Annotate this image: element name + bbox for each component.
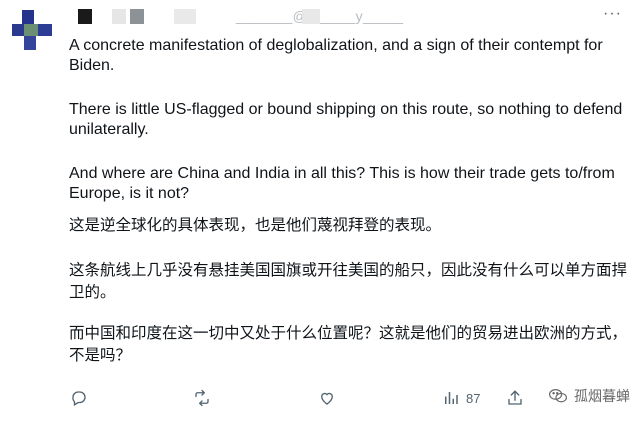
redacted-name-block bbox=[302, 9, 320, 24]
views-count: 87 bbox=[466, 390, 481, 406]
watermark: 孤烟暮蝉 bbox=[548, 386, 630, 406]
reply-button[interactable] bbox=[70, 386, 88, 410]
tweet-text-en-3: And where are China and India in all thi… bbox=[69, 165, 620, 202]
redacted-name-block bbox=[112, 9, 126, 24]
views-button[interactable]: 87 bbox=[442, 386, 480, 410]
redacted-name-block bbox=[78, 9, 92, 24]
more-options-icon[interactable]: ··· bbox=[603, 6, 622, 22]
retweet-button[interactable] bbox=[193, 386, 211, 410]
like-icon bbox=[321, 392, 333, 405]
tweet-text-en-1: A concrete manifestation of deglobalizat… bbox=[69, 37, 608, 74]
like-button[interactable] bbox=[318, 386, 336, 410]
translation-text-3: 而中国和印度在这一切中又处于什么位置呢？这就是他们的贸易进出欧洲的方式，不是吗？ bbox=[69, 324, 628, 364]
redacted-name-block bbox=[174, 9, 196, 24]
redacted-name-block bbox=[130, 9, 144, 24]
watermark-text: 孤烟暮蝉 bbox=[574, 388, 630, 404]
tweet-text-en-2: There is little US-flagged or bound ship… bbox=[69, 101, 627, 138]
wechat-icon bbox=[549, 389, 567, 403]
translation-text-1: 这是逆全球化的具体表现，也是他们蔑视拜登的表现。 bbox=[69, 216, 442, 234]
tweet-header: _______@______y_____ bbox=[76, 6, 576, 28]
share-button[interactable] bbox=[506, 386, 524, 410]
translation-text-2: 这条航线上几乎没有悬挂美国国旗或开往美国的船只，因此没有什么可以单方面捍卫的。 bbox=[69, 261, 628, 301]
tweet-actions: 87 bbox=[0, 384, 640, 412]
share-icon bbox=[508, 390, 522, 405]
retweet-icon bbox=[195, 389, 209, 407]
views-icon bbox=[445, 392, 458, 404]
avatar[interactable] bbox=[12, 10, 60, 58]
reply-icon bbox=[72, 391, 86, 406]
